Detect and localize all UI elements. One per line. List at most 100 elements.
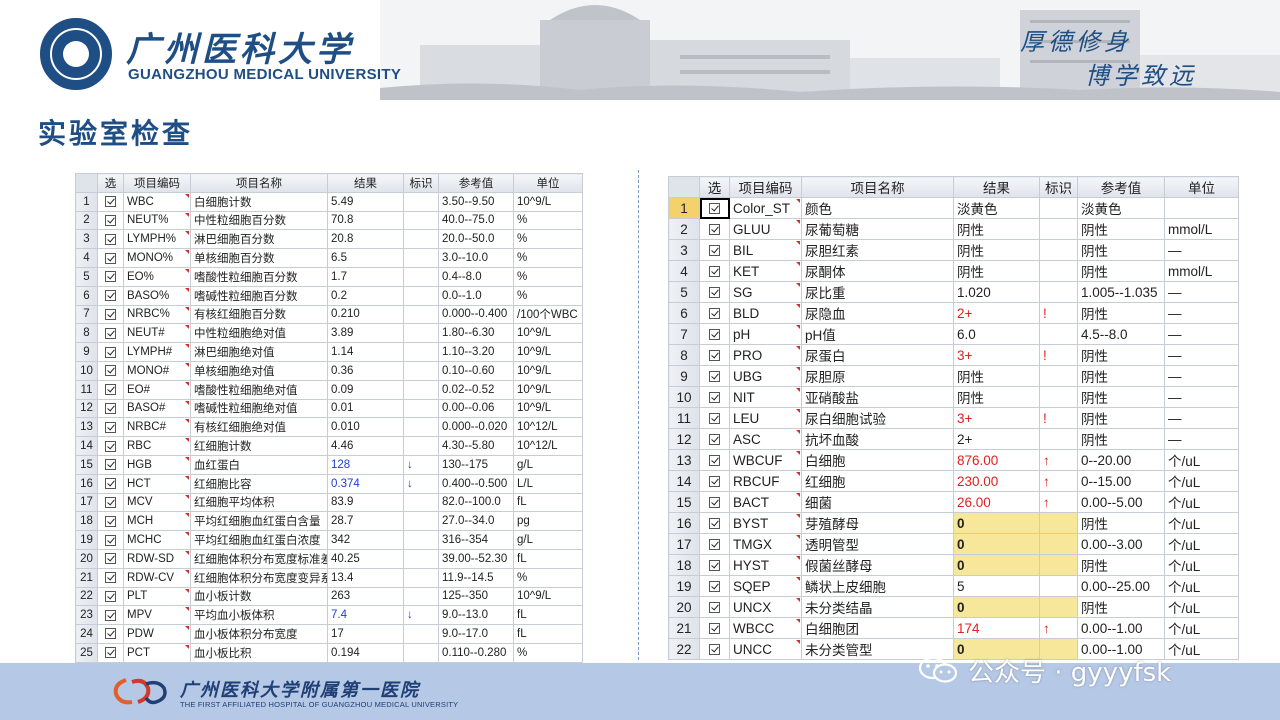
flag-cell[interactable] (403, 304, 439, 325)
flag-cell[interactable]: ↓ (403, 454, 439, 475)
item-name-cell[interactable]: 淋巴细胞绝对值 (190, 342, 328, 362)
item-code-cell[interactable]: SG (729, 281, 802, 303)
reference-range-cell[interactable]: 阴性 (1077, 365, 1165, 387)
result-value-cell[interactable]: 17 (327, 624, 404, 644)
item-name-cell[interactable]: 红细胞 (801, 470, 954, 492)
reference-range-cell[interactable]: 0.00--0.06 (438, 398, 514, 419)
item-name-cell[interactable]: 尿比重 (801, 281, 954, 303)
unit-cell[interactable]: fL (513, 605, 583, 626)
item-code-cell[interactable]: PDW (123, 624, 191, 644)
unit-cell[interactable]: fL (513, 624, 583, 644)
row-number[interactable]: 9 (75, 342, 98, 362)
row-checkbox[interactable] (105, 496, 116, 508)
unit-cell[interactable]: 个/uL (1164, 491, 1239, 513)
row-select-cell[interactable] (699, 302, 730, 324)
result-value-cell[interactable]: 0.2 (327, 285, 404, 306)
unit-cell[interactable]: L/L (513, 473, 583, 494)
flag-cell[interactable]: ↓ (403, 473, 439, 494)
row-number[interactable]: 17 (75, 492, 98, 513)
item-code-cell[interactable]: MONO# (123, 360, 191, 381)
row-number[interactable]: 2 (75, 210, 98, 231)
item-name-cell[interactable]: 红细胞比容 (190, 473, 328, 494)
item-code-cell[interactable]: RDW-SD (123, 548, 191, 569)
table-row[interactable]: 18 MCH 平均红细胞血红蛋白含量 28.7 27.0--34.0 pg (75, 511, 583, 532)
reference-range-cell[interactable]: 阴性 (1077, 554, 1165, 576)
result-value-cell[interactable]: 阴性 (953, 365, 1040, 387)
item-code-cell[interactable]: LYMPH% (123, 229, 191, 250)
row-number[interactable]: 11 (668, 407, 700, 429)
item-name-cell[interactable]: 鳞状上皮细胞 (801, 575, 954, 597)
item-code-cell[interactable]: Color_ST (729, 197, 802, 219)
row-checkbox[interactable] (709, 203, 720, 215)
row-checkbox[interactable] (105, 553, 116, 565)
table-row[interactable]: 17 TMGX 透明管型 0 0.00--3.00 个/uL (668, 533, 1239, 555)
result-value-cell[interactable]: 876.00 (953, 449, 1040, 471)
reference-range-cell[interactable]: 阴性 (1077, 596, 1165, 618)
reference-range-cell[interactable]: 39.00--52.30 (438, 548, 514, 569)
row-checkbox[interactable] (105, 214, 116, 226)
row-select-cell[interactable] (97, 417, 124, 438)
table-row[interactable]: 11 EO# 嗜酸性粒细胞绝对值 0.09 0.02--0.52 10^9/L (75, 379, 583, 400)
table-row[interactable]: 21 RDW-CV红细胞体积分布宽度变异系数13.4 11.9--14.5% (75, 567, 583, 588)
row-checkbox[interactable] (709, 476, 720, 488)
reference-range-cell[interactable]: 阴性 (1077, 218, 1165, 240)
row-checkbox[interactable] (105, 572, 116, 584)
row-number[interactable]: 19 (668, 575, 700, 597)
unit-cell[interactable]: 10^9/L (513, 191, 583, 212)
row-checkbox[interactable] (709, 392, 720, 404)
item-code-cell[interactable]: HYST (729, 554, 802, 576)
flag-cell[interactable] (1039, 533, 1078, 555)
reference-range-cell[interactable]: 0.000--0.020 (438, 417, 514, 438)
item-code-cell[interactable]: HGB (123, 454, 191, 475)
item-code-cell[interactable]: PRO (729, 344, 802, 366)
item-code-cell[interactable]: ASC (729, 428, 802, 450)
row-number[interactable]: 1 (668, 197, 700, 219)
result-value-cell[interactable]: 40.25 (327, 548, 404, 569)
row-number[interactable]: 13 (75, 417, 98, 438)
flag-cell[interactable] (403, 360, 439, 381)
unit-cell[interactable]: mmol/L (1164, 260, 1239, 282)
flag-cell[interactable] (1039, 323, 1078, 345)
item-code-cell[interactable]: MPV (123, 605, 191, 626)
item-name-cell[interactable]: 中性粒细胞百分数 (190, 210, 328, 231)
row-select-cell[interactable] (699, 344, 730, 366)
item-code-cell[interactable]: LYMPH# (123, 342, 191, 362)
result-value-cell[interactable]: 342 (327, 530, 404, 550)
table-row[interactable]: 19 MCHC 平均红细胞血红蛋白浓度 342 316--354 g/L (75, 530, 583, 550)
row-checkbox[interactable] (105, 515, 116, 527)
row-select-cell[interactable] (699, 617, 730, 639)
unit-cell[interactable]: 10^9/L (513, 360, 583, 381)
table-row[interactable]: 8 PRO 尿蛋白 3+! 阴性 — (668, 344, 1239, 366)
flag-cell[interactable] (403, 229, 439, 250)
result-value-cell[interactable]: 6.5 (327, 248, 404, 268)
row-number[interactable]: 9 (668, 365, 700, 387)
row-checkbox[interactable] (709, 602, 720, 614)
item-code-cell[interactable]: NRBC# (123, 417, 191, 438)
item-name-cell[interactable]: 有核红细胞绝对值 (190, 417, 328, 438)
row-number[interactable]: 23 (75, 605, 98, 626)
row-select-cell[interactable] (97, 548, 124, 569)
unit-cell[interactable]: g/L (513, 530, 583, 550)
item-name-cell[interactable]: 血小板计数 (190, 586, 328, 607)
row-number[interactable]: 25 (75, 642, 98, 663)
unit-cell[interactable]: 10^9/L (513, 586, 583, 607)
result-value-cell[interactable]: 0.374 (327, 473, 404, 494)
table-row[interactable]: 4 MONO% 单核细胞百分数 6.5 3.0--10.0% (75, 248, 583, 268)
row-select-cell[interactable] (97, 586, 124, 607)
result-value-cell[interactable]: 1.7 (327, 266, 404, 287)
row-number[interactable]: 2 (668, 218, 700, 240)
row-checkbox[interactable] (105, 440, 116, 452)
flag-cell[interactable] (1039, 260, 1078, 282)
table-row[interactable]: 3 LYMPH% 淋巴细胞百分数 20.8 20.0--50.0% (75, 229, 583, 250)
row-select-cell[interactable] (97, 210, 124, 231)
row-number[interactable]: 10 (75, 360, 98, 381)
item-name-cell[interactable]: 尿蛋白 (801, 344, 954, 366)
flag-cell[interactable] (403, 436, 439, 456)
table-row[interactable]: 21 WBCC 白细胞团 174 ↑ 0.00--1.00 个/uL (668, 617, 1239, 639)
unit-cell[interactable]: 10^9/L (513, 379, 583, 400)
table-row[interactable]: 19 SQEP 鳞状上皮细胞 5 0.00--25.00 个/uL (668, 575, 1239, 597)
item-name-cell[interactable]: 血红蛋白 (190, 454, 328, 475)
table-row[interactable]: 8 NEUT# 中性粒细胞绝对值 3.89 1.80--6.30 10^9/L (75, 323, 583, 344)
row-select-cell[interactable] (97, 191, 124, 212)
unit-cell[interactable]: fL (513, 548, 583, 569)
